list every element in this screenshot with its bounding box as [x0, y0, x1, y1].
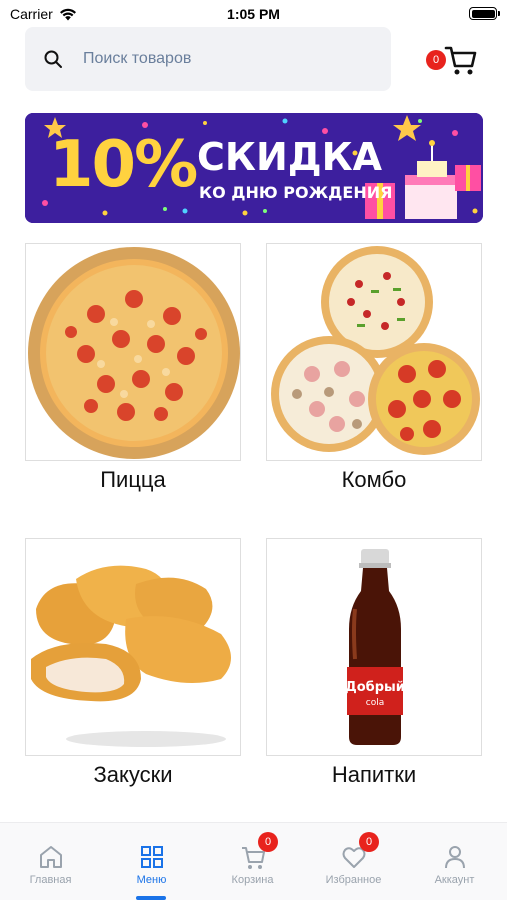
tab-home[interactable]: Главная — [0, 823, 101, 901]
tab-cart-badge: 0 — [258, 832, 278, 852]
category-label-pizza: Пицца — [100, 467, 166, 492]
banner-subtitle: КО ДНЮ РОЖДЕНИЯ — [199, 183, 393, 202]
menu-grid-icon — [141, 846, 163, 868]
tab-favorites[interactable]: 0 Избранное — [303, 823, 404, 901]
category-label-drinks: Напитки — [331, 762, 417, 787]
search-icon — [44, 50, 62, 68]
category-card-combo[interactable] — [266, 243, 482, 461]
category-card-drinks[interactable]: Добрый cola — [266, 538, 482, 756]
tab-bar: Главная Меню 0 Корзина 0 Избранное Аккау… — [0, 822, 507, 900]
active-tab-indicator — [136, 896, 166, 900]
tab-cart[interactable]: 0 Корзина — [202, 823, 303, 901]
tab-home-label: Главная — [29, 874, 72, 886]
promo-banner[interactable]: 10% СКИДКА КО ДНЮ РОЖДЕНИЯ — [25, 113, 483, 223]
search-placeholder: Поиск товаров — [83, 50, 192, 67]
banner-title: СКИДКА — [197, 135, 383, 179]
banner-percent: 10% — [49, 128, 198, 202]
category-label-combo: Комбо — [341, 467, 407, 492]
cart-button[interactable]: 0 — [424, 42, 480, 78]
category-card-snacks[interactable] — [25, 538, 241, 756]
category-card-pizza[interactable] — [25, 243, 241, 461]
cola-bottle-image: Добрый cola — [345, 549, 405, 745]
combo-image — [271, 246, 480, 455]
cart-icon — [444, 46, 477, 75]
home-icon — [40, 846, 62, 868]
bottle-brand: Добрый — [345, 680, 405, 695]
tab-menu-label: Меню — [136, 874, 167, 886]
tab-cart-label: Корзина — [231, 874, 274, 886]
nuggets-image — [31, 565, 231, 747]
tab-account[interactable]: Аккаунт — [404, 823, 505, 901]
tab-account-label: Аккаунт — [434, 874, 475, 886]
tab-favorites-label: Избранное — [325, 874, 382, 886]
user-icon — [445, 846, 465, 869]
clock: 1:05 PM — [227, 6, 280, 22]
pizza-image — [28, 247, 240, 459]
status-bar: Carrier 1:05 PM — [0, 0, 507, 26]
search-field[interactable]: Поиск товаров — [25, 27, 391, 91]
tab-menu[interactable]: Меню — [101, 823, 202, 901]
cart-count-badge: 0 — [426, 50, 446, 70]
bottle-brand-sub: cola — [366, 698, 384, 708]
tab-favorites-badge: 0 — [359, 832, 379, 852]
category-label-snacks: Закуски — [93, 762, 173, 787]
battery-icon — [469, 7, 500, 20]
